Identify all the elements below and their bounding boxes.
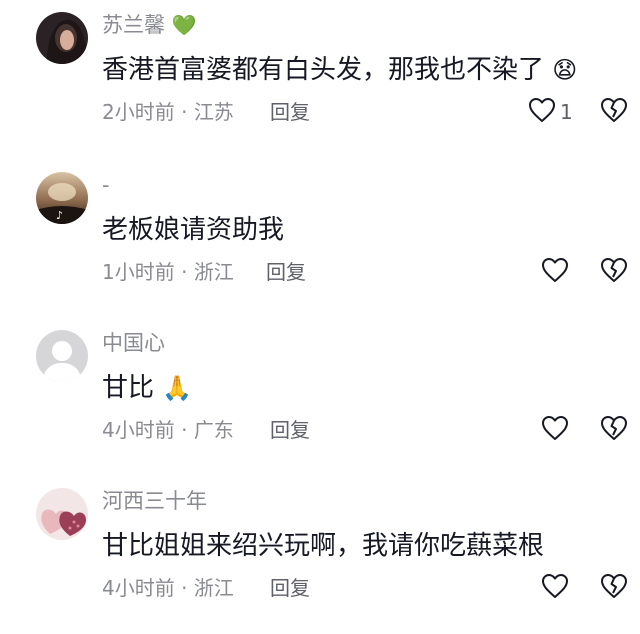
comment-item: 中国心 甘比 🙏 4小时前 · 广东 回复 xyxy=(0,318,640,476)
broken-heart-icon[interactable] xyxy=(600,415,628,441)
like-count: 1 xyxy=(560,100,573,124)
location: 广东 xyxy=(193,418,234,442)
reply-button[interactable]: 回复 xyxy=(266,259,306,285)
username[interactable]: - xyxy=(102,171,110,199)
username[interactable]: 中国心 xyxy=(102,329,165,357)
avatar[interactable] xyxy=(36,330,88,382)
location: 浙江 xyxy=(193,576,234,600)
heart-outline-icon[interactable] xyxy=(541,257,569,283)
reply-button[interactable]: 回复 xyxy=(270,417,310,443)
praying-hands-emoji: 🙏 xyxy=(162,374,193,402)
comment-item: 河西三十年 甘比姐姐来绍兴玩啊，我请你吃蕻菜根 4小时前 · 浙江 回复 xyxy=(0,476,640,634)
comment-meta: 1小时前 · 浙江 xyxy=(102,260,234,284)
heart-outline-icon[interactable] xyxy=(528,97,556,123)
heart-outline-icon[interactable] xyxy=(541,573,569,599)
comment-text: 老板娘请资助我 xyxy=(102,215,285,245)
timestamp: 4小时前 xyxy=(102,418,175,442)
location: 浙江 xyxy=(193,260,234,284)
timestamp: 1小时前 xyxy=(102,260,175,284)
comment-meta: 4小时前 · 广东 xyxy=(102,418,234,442)
surprised-face-emoji: 😧 xyxy=(552,56,578,84)
avatar[interactable] xyxy=(36,488,88,540)
timestamp: 4小时前 xyxy=(102,576,175,600)
comment-meta: 2小时前 · 江苏 xyxy=(102,100,234,124)
comment-text: 甘比 🙏 xyxy=(102,373,193,403)
avatar[interactable] xyxy=(36,12,88,64)
timestamp: 2小时前 xyxy=(102,100,175,124)
broken-heart-icon[interactable] xyxy=(600,573,628,599)
comment-text: 香港首富婆都有白头发，那我也不染了 😧 xyxy=(102,55,578,85)
comment-meta: 4小时前 · 浙江 xyxy=(102,576,234,600)
svg-text:♪: ♪ xyxy=(56,209,63,222)
location: 江苏 xyxy=(193,100,234,124)
broken-heart-icon[interactable] xyxy=(600,257,628,283)
username[interactable]: 河西三十年 xyxy=(102,487,207,515)
reply-button[interactable]: 回复 xyxy=(270,99,310,125)
comment-item: ♪ - 老板娘请资助我 1小时前 · 浙江 回复 xyxy=(0,160,640,318)
comment-item: 苏兰馨 💚 香港首富婆都有白头发，那我也不染了 😧 2小时前 · 江苏 回复 1 xyxy=(0,0,640,158)
green-heart-emoji: 💚 xyxy=(171,13,197,37)
comment-text: 甘比姐姐来绍兴玩啊，我请你吃蕻菜根 xyxy=(102,531,545,561)
heart-outline-icon[interactable] xyxy=(541,415,569,441)
username[interactable]: 苏兰馨 💚 xyxy=(102,11,197,39)
reply-button[interactable]: 回复 xyxy=(270,575,310,601)
avatar[interactable]: ♪ xyxy=(36,172,88,224)
broken-heart-icon[interactable] xyxy=(600,97,628,123)
